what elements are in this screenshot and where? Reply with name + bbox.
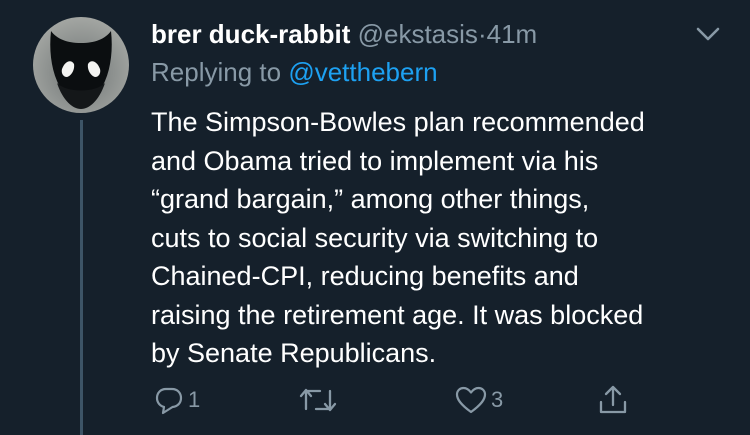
tweet-text-line: Chained-CPI, reducing benefits and — [151, 261, 579, 291]
avatar[interactable] — [33, 17, 129, 113]
user-handle[interactable]: @ekstasis — [358, 19, 478, 49]
tweet-text-line: raising the retirement age. It was block… — [151, 299, 644, 330]
thread-line — [80, 120, 83, 435]
tweet-timestamp[interactable]: 41m — [487, 19, 538, 49]
share-button[interactable] — [598, 382, 628, 418]
reply-count: 1 — [188, 387, 201, 412]
retweet-icon — [299, 388, 337, 412]
reply-button[interactable]: 1 — [154, 382, 200, 418]
like-icon — [455, 386, 487, 414]
chevron-down-icon[interactable] — [695, 25, 721, 43]
avatar-image — [50, 31, 112, 109]
share-icon — [599, 385, 627, 414]
tweet-text-line: “grand bargain,” among other things, — [151, 184, 590, 214]
tweet-text-line: cuts to social security via switching to — [151, 222, 599, 253]
tweet-header: brer duck-rabbit @ekstasis·41m — [151, 17, 537, 51]
tweet[interactable]: brer duck-rabbit @ekstasis·41m Replying … — [0, 0, 750, 435]
like-count: 3 — [491, 387, 504, 412]
tweet-text-line: and Obama tried to implement via his — [151, 145, 599, 176]
replying-label: Replying to — [151, 57, 282, 87]
separator-dot: · — [477, 19, 487, 49]
tweet-text-line: by Senate Republicans. — [151, 338, 437, 368]
like-button[interactable]: 3 — [455, 382, 503, 418]
action-bar: 1 3 — [150, 382, 650, 422]
reply-icon — [155, 387, 183, 415]
display-name[interactable]: brer duck-rabbit — [151, 19, 350, 49]
retweet-button[interactable] — [298, 382, 338, 418]
tweet-text: The Simpson-Bowles plan recommended and … — [151, 103, 741, 373]
replying-to: Replying to @vetthebern — [151, 55, 438, 89]
tweet-text-line: The Simpson-Bowles plan recommended — [151, 107, 645, 137]
replying-mention-link[interactable]: @vetthebern — [288, 57, 437, 87]
